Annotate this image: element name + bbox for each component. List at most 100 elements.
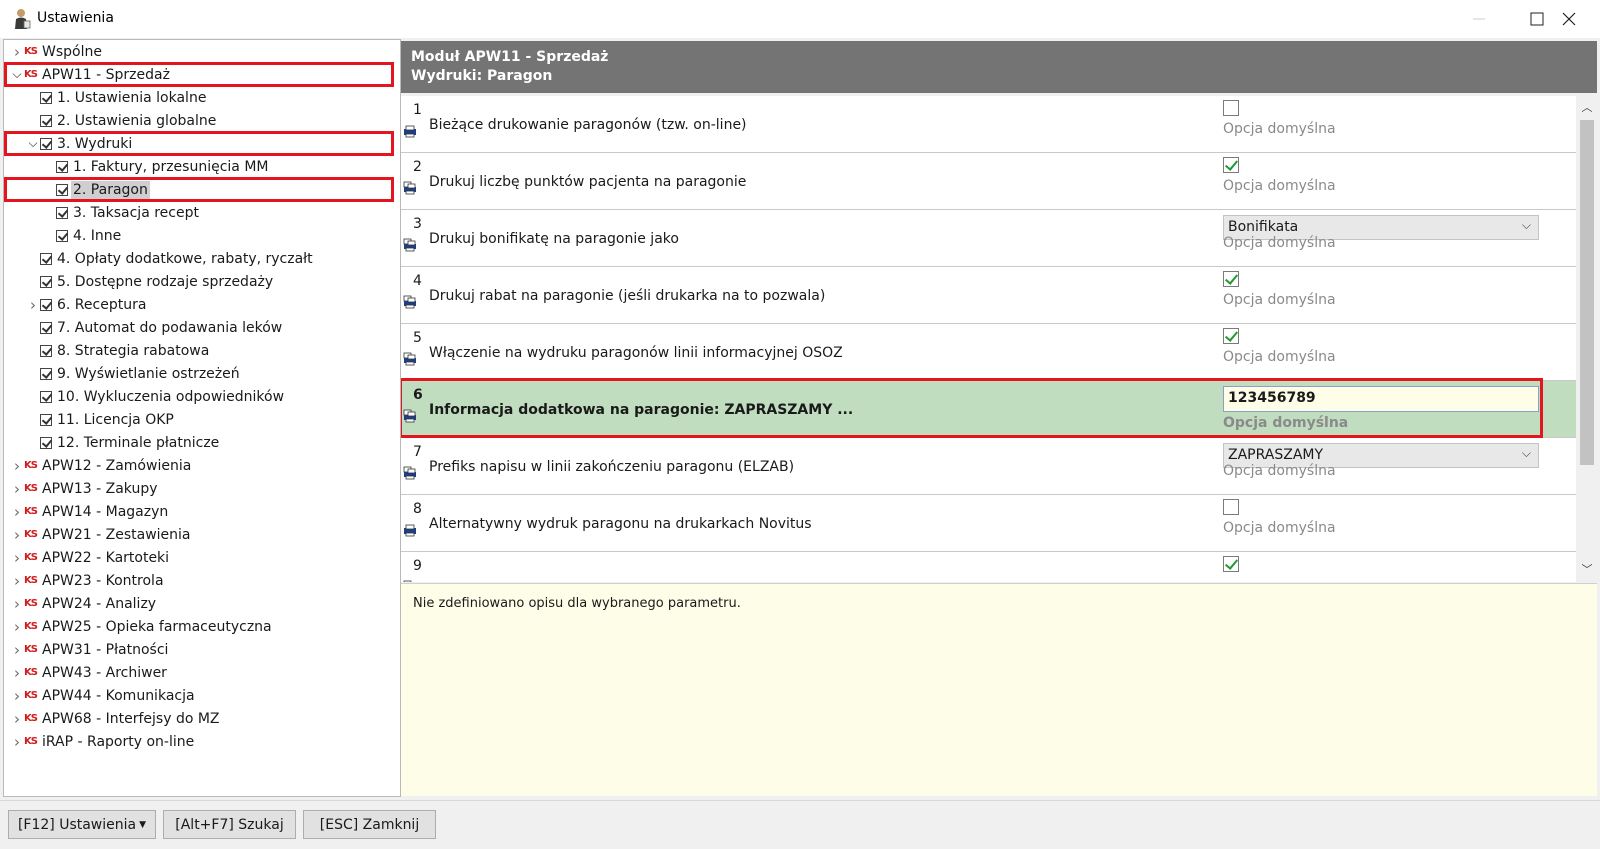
checkbox-checked[interactable] xyxy=(1223,271,1239,287)
tree-item[interactable]: 11. Licencja OKP xyxy=(26,408,176,431)
tree-item[interactable]: 9. Wyświetlanie ostrzeżeń xyxy=(26,362,242,385)
scroll-up-button[interactable]: ︿ xyxy=(1577,98,1597,116)
tree-item-label: 4. Opłaty dodatkowe, rabaty, ryczałt xyxy=(57,250,313,267)
tree-item[interactable]: 2. Paragon xyxy=(42,178,150,201)
tree-item[interactable]: 5. Dostępne rodzaje sprzedaży xyxy=(26,270,275,293)
check-icon xyxy=(40,252,52,265)
parameter-row[interactable]: 3 Drukuj bonifikatę na paragonie jako Boni… xyxy=(401,210,1576,267)
scrollbar-thumb[interactable] xyxy=(1580,120,1594,465)
chevron-down-icon[interactable]: ⌵ xyxy=(26,136,40,151)
parameter-row[interactable]: 5 Włączenie na wydruku paragonów linii in… xyxy=(401,324,1576,381)
tree-item[interactable]: 7. Automat do podawania leków xyxy=(26,316,284,339)
tree-item[interactable]: › KS APW43 - Archiwer xyxy=(10,661,169,684)
tree-item[interactable]: › KS APW14 - Magazyn xyxy=(10,500,170,523)
tree-item[interactable]: 10. Wykluczenia odpowiedników xyxy=(26,385,286,408)
parameter-row[interactable]: 4 Drukuj rabat na paragonie (jeśli drukar… xyxy=(401,267,1576,324)
tree-item[interactable]: › KS APW68 - Interfejsy do MZ xyxy=(10,707,222,730)
close-button[interactable] xyxy=(1540,0,1598,38)
tree-item[interactable]: › KS APW31 - Płatności xyxy=(10,638,170,661)
tree-item[interactable]: 4. Inne xyxy=(42,224,123,247)
checkbox-checked[interactable] xyxy=(1223,157,1239,173)
check-icon xyxy=(40,321,52,334)
settings-button[interactable]: [F12] Ustawienia ▼ xyxy=(8,810,156,839)
parameter-number: 4 xyxy=(413,273,422,289)
chevron-right-icon[interactable]: › xyxy=(10,641,24,659)
tree-item[interactable]: › KS APW23 - Kontrola xyxy=(10,569,166,592)
parameter-row[interactable]: 7 Prefiks napisu w linii zakończeniu para… xyxy=(401,438,1576,495)
parameter-row[interactable]: 9 xyxy=(401,552,1576,582)
tree-item[interactable]: › KS APW25 - Opieka farmaceutyczna xyxy=(10,615,274,638)
chevron-right-icon[interactable]: › xyxy=(10,595,24,613)
checkbox-checked[interactable] xyxy=(1223,556,1239,572)
parameter-number: 1 xyxy=(413,102,422,118)
check-icon xyxy=(56,206,68,219)
tree-item[interactable]: 12. Terminale płatnicze xyxy=(26,431,221,454)
parameter-number: 7 xyxy=(413,444,422,460)
checkbox-checked[interactable] xyxy=(1223,328,1239,344)
tree-item[interactable]: ⌵ 3. Wydruki xyxy=(26,132,134,155)
chevron-down-icon: ﹀ xyxy=(1581,563,1593,576)
window-title: Ustawienia xyxy=(37,10,114,26)
tree-item[interactable]: › KS APW24 - Analizy xyxy=(10,592,158,615)
parameter-row[interactable]: 2 Drukuj liczbę punktów pacjenta na parag… xyxy=(401,153,1576,210)
tree-item-label: 11. Licencja OKP xyxy=(57,411,174,428)
tree-item[interactable]: 1. Faktury, przesunięcia MM xyxy=(42,155,271,178)
chevron-right-icon[interactable]: › xyxy=(10,618,24,636)
chevron-right-icon[interactable]: › xyxy=(10,457,24,475)
chevron-down-icon[interactable]: ⌵ xyxy=(10,67,24,82)
scroll-down-button[interactable]: ﹀ xyxy=(1577,560,1597,578)
settings-window: Ustawienia › KS Wspólne ⌵ KS APW11 - Sprzedaż… xyxy=(0,0,1600,849)
parameter-number: 9 xyxy=(413,558,422,574)
close-app-button[interactable]: [ESC] Zamknij xyxy=(303,810,436,839)
chevron-down-icon: ⌵ xyxy=(1521,446,1531,460)
chevron-right-icon[interactable]: › xyxy=(10,549,24,567)
ks-logo-icon: KS xyxy=(24,689,38,701)
tree-item[interactable]: › KS APW12 - Zamówienia xyxy=(10,454,193,477)
parameter-list[interactable]: 1 Bieżące drukowanie paragonów (tzw. on-l… xyxy=(401,96,1576,582)
ks-logo-icon: KS xyxy=(24,505,38,517)
tree-item[interactable]: 2. Ustawienia globalne xyxy=(26,109,218,132)
tree-item[interactable]: › KS iRAP - Raporty on-line xyxy=(10,730,196,753)
ks-logo-icon: KS xyxy=(24,482,38,494)
tree-item[interactable]: ⌵ KS APW11 - Sprzedaż xyxy=(10,63,172,86)
tree-item[interactable]: › KS APW22 - Kartoteki xyxy=(10,546,171,569)
tree-item[interactable]: 8. Strategia rabatowa xyxy=(26,339,211,362)
chevron-right-icon[interactable]: › xyxy=(10,43,24,61)
search-button[interactable]: [Alt+F7] Szukaj xyxy=(163,810,296,839)
close-app-button-label: [ESC] Zamknij xyxy=(319,816,420,833)
tree-item[interactable]: 3. Taksacja recept xyxy=(42,201,201,224)
chevron-right-icon[interactable]: › xyxy=(26,296,40,314)
chevron-right-icon[interactable]: › xyxy=(10,480,24,498)
chevron-right-icon[interactable]: › xyxy=(10,733,24,751)
chevron-right-icon[interactable]: › xyxy=(10,572,24,590)
tree-item[interactable]: › KS APW44 - Komunikacja xyxy=(10,684,197,707)
chevron-right-icon[interactable]: › xyxy=(10,664,24,682)
chevron-right-icon[interactable]: › xyxy=(10,503,24,521)
checkbox-unchecked[interactable] xyxy=(1223,499,1239,515)
chevron-right-icon[interactable]: › xyxy=(10,687,24,705)
default-option-label: Opcja domyślna xyxy=(1223,121,1336,137)
checkbox-unchecked[interactable] xyxy=(1223,100,1239,116)
printer-multi-icon xyxy=(403,238,416,252)
chevron-right-icon[interactable]: › xyxy=(10,710,24,728)
parameter-row[interactable]: 8 Alternatywny wydruk paragonu na drukark… xyxy=(401,495,1576,552)
settings-tree[interactable]: › KS Wspólne ⌵ KS APW11 - Sprzedaż 1. Ustawien… xyxy=(3,39,401,797)
parameter-row[interactable]: 1 Bieżące drukowanie paragonów (tzw. on-l… xyxy=(401,96,1576,153)
chevron-right-icon[interactable]: › xyxy=(10,526,24,544)
parameter-text-input[interactable]: 123456789 xyxy=(1223,386,1539,412)
default-option-label: Opcja domyślna xyxy=(1223,235,1336,251)
parameter-row[interactable]: 6 Informacja dodatkowa na paragonie: ZAPR… xyxy=(401,381,1576,438)
parameter-description: Nie zdefiniowano opisu dla wybranego par… xyxy=(401,583,1597,796)
parameter-name: Drukuj bonifikatę na paragonie jako xyxy=(429,231,679,247)
tree-item[interactable]: › 6. Receptura xyxy=(26,293,148,316)
tree-item[interactable]: 1. Ustawienia lokalne xyxy=(26,86,208,109)
tree-item[interactable]: 4. Opłaty dodatkowe, rabaty, ryczałt xyxy=(26,247,315,270)
minimize-button[interactable] xyxy=(1450,0,1508,38)
tree-item[interactable]: › KS Wspólne xyxy=(10,40,104,63)
tree-item[interactable]: › KS APW21 - Zestawienia xyxy=(10,523,193,546)
tree-item[interactable]: › KS APW13 - Zakupy xyxy=(10,477,160,500)
